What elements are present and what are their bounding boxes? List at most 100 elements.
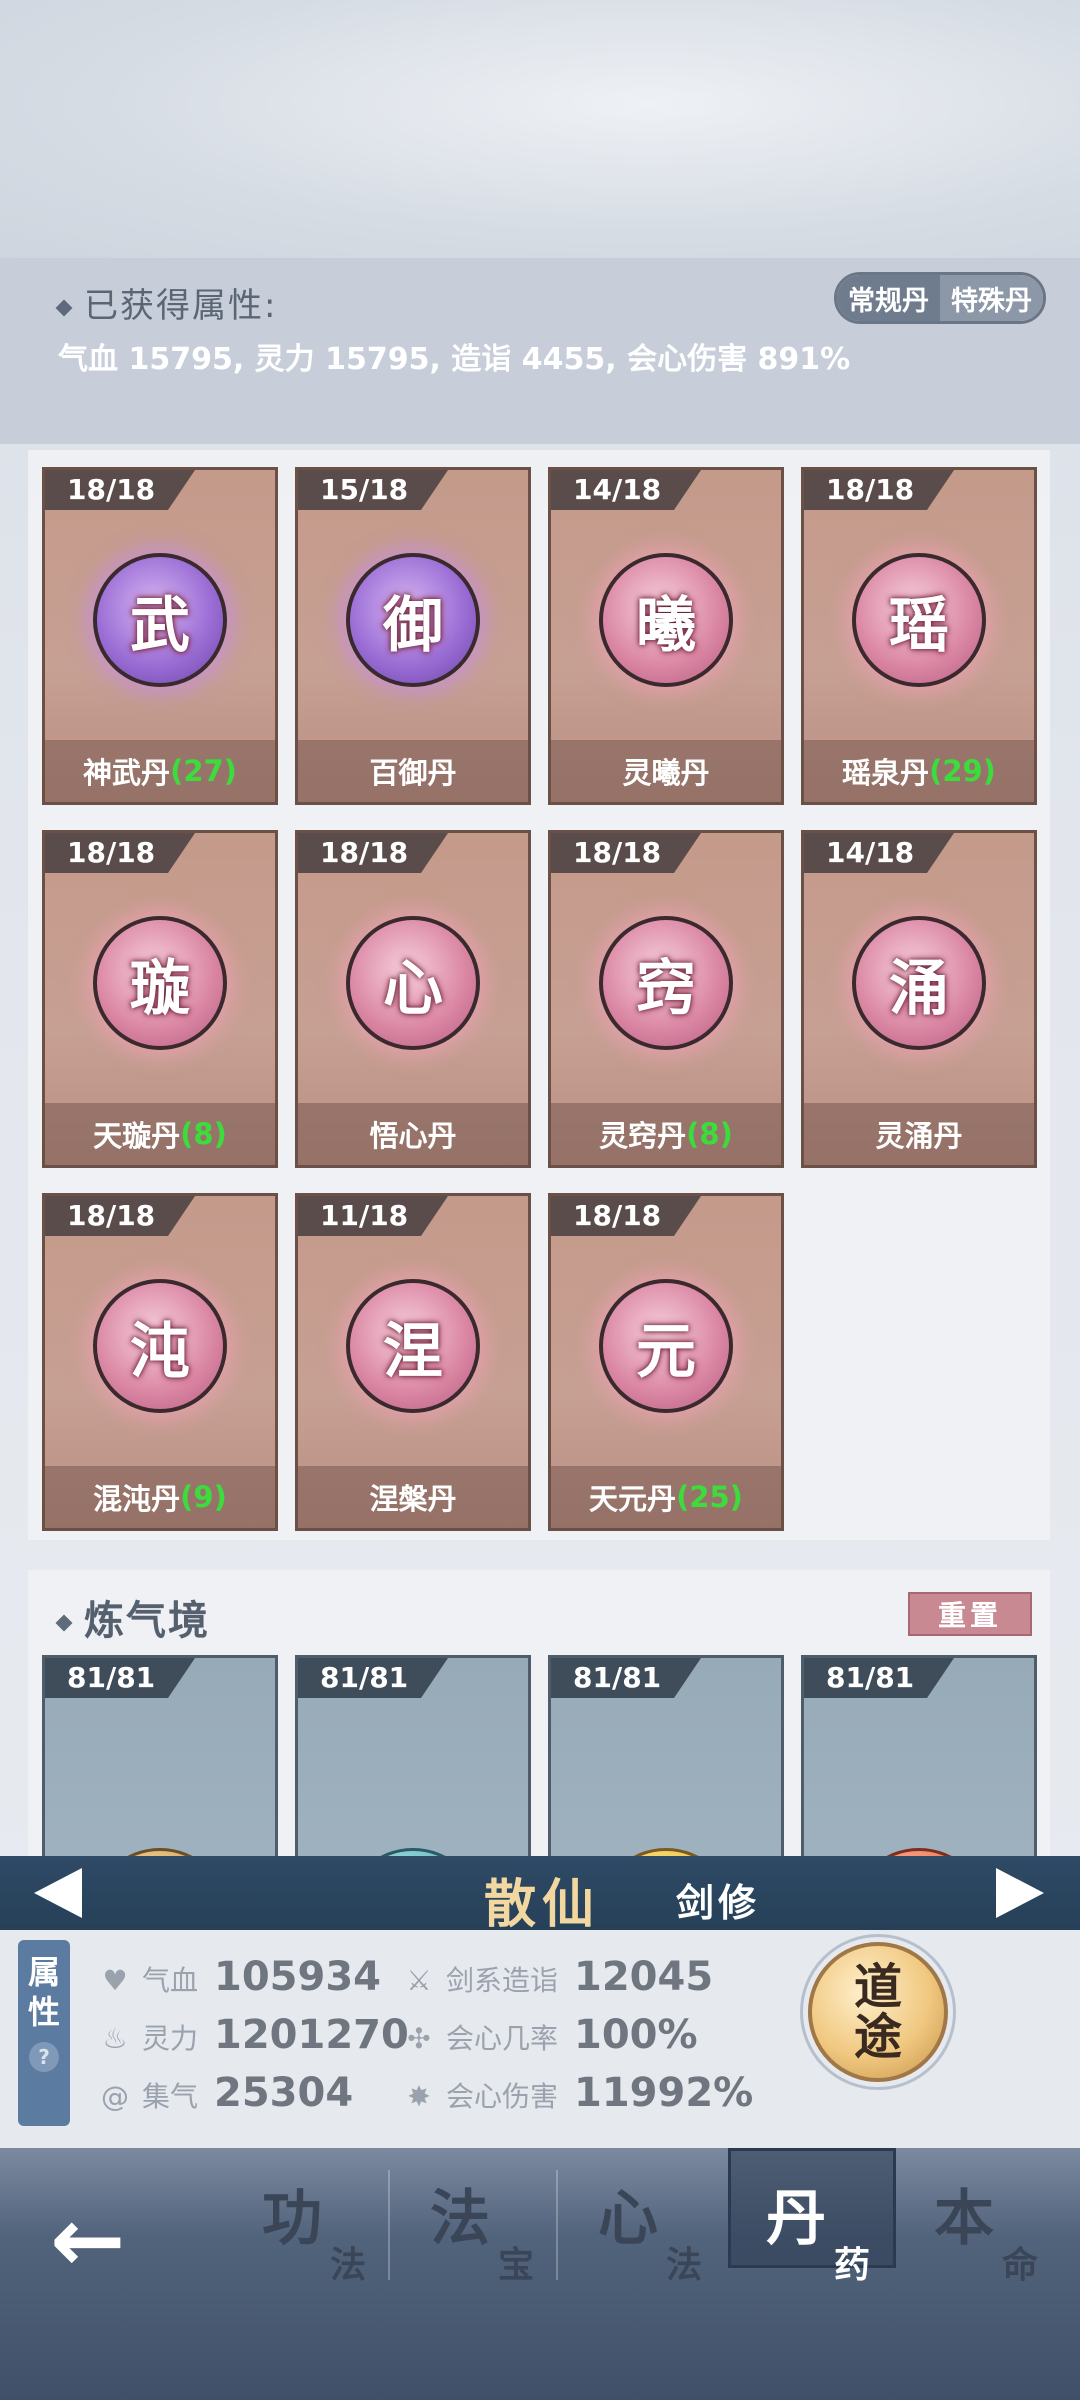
realm-section-title-text: 炼气境 — [84, 1598, 210, 1644]
stat-label: 会心伤害 — [446, 2080, 559, 2113]
stat-sword-mastery: ⚔ 剑系造诣 12045 — [400, 1954, 713, 2000]
nav-tab-fabao[interactable]: 法 宝 — [418, 2170, 568, 2300]
nav-tab-small: 药 — [834, 2244, 871, 2286]
attribute-title-text: 已获得属性: — [84, 286, 278, 326]
heart-icon: ♥ — [102, 1964, 128, 1997]
realm-name: 散仙 — [484, 1874, 601, 1935]
next-arrow-icon[interactable] — [996, 1868, 1044, 1918]
dan-count: 18/18 — [551, 1196, 701, 1236]
realm-count: 81/81 — [298, 1658, 448, 1698]
attribute-title: 已获得属性: — [55, 278, 278, 327]
attribute-tab[interactable]: 属 性 ? — [18, 1940, 70, 2126]
dan-count: 15/18 — [298, 470, 448, 510]
dan-name-bar: 灵窍丹 (8) — [551, 1103, 781, 1165]
dan-orb-icon: 心 — [346, 916, 480, 1050]
dan-card[interactable]: 18/18 武 神武丹 (27) — [42, 467, 278, 805]
stat-hp: ♥ 气血 105934 — [96, 1954, 381, 2000]
dan-extra-count: (9) — [180, 1480, 227, 1514]
nav-tab-small: 命 — [1002, 2244, 1039, 2286]
attribute-values: 气血 15795, 灵力 15795, 造诣 4455, 会心伤害 891% — [58, 342, 851, 377]
nav-tab-danyao[interactable]: 丹 药 — [754, 2170, 904, 2300]
dan-count: 18/18 — [298, 833, 448, 873]
dan-name-bar: 瑶泉丹 (29) — [804, 740, 1034, 802]
dan-name-bar: 悟心丹 — [298, 1103, 528, 1165]
dan-name-bar: 涅槃丹 — [298, 1466, 528, 1528]
top-background — [0, 0, 1080, 260]
nav-tab-gongfa[interactable]: 功 法 — [250, 2170, 400, 2300]
dan-count: 18/18 — [45, 470, 195, 510]
burst-icon: ✸ — [407, 2080, 431, 2113]
nav-tab-big: 心 — [598, 2184, 658, 2254]
diamond-icon — [55, 1614, 73, 1632]
stat-value: 25304 — [214, 2070, 354, 2116]
dan-count: 11/18 — [298, 1196, 448, 1236]
previous-arrow-icon[interactable] — [34, 1868, 82, 1918]
toggle-special-dan[interactable]: 特殊丹 — [940, 275, 1043, 321]
dan-name: 灵曦丹 — [622, 756, 710, 790]
nav-tab-small: 法 — [330, 2244, 367, 2286]
dan-orb-icon: 曦 — [599, 553, 733, 687]
dan-card[interactable]: 11/18 涅 涅槃丹 — [295, 1193, 531, 1531]
dan-orb-icon: 武 — [93, 553, 227, 687]
dan-card[interactable]: 18/18 心 悟心丹 — [295, 830, 531, 1168]
nav-tab-big: 功 — [262, 2184, 322, 2254]
stat-crit-damage: ✸ 会心伤害 11992% — [400, 2070, 753, 2116]
dan-count: 18/18 — [45, 1196, 195, 1236]
nav-tab-small: 法 — [666, 2244, 703, 2286]
nav-tab-small: 宝 — [498, 2244, 535, 2286]
dan-card[interactable]: 18/18 瑶 瑶泉丹 (29) — [801, 467, 1037, 805]
stat-label: 会心几率 — [446, 2022, 559, 2055]
help-icon[interactable]: ? — [29, 2042, 59, 2072]
stat-value: 100% — [574, 2012, 698, 2058]
dan-name: 混沌丹 — [93, 1482, 181, 1516]
nav-tab-benming[interactable]: 本 命 — [922, 2170, 1072, 2300]
stat-label: 气血 — [142, 1964, 199, 1997]
realm-count: 81/81 — [45, 1658, 195, 1698]
dan-card[interactable]: 14/18 涌 灵涌丹 — [801, 830, 1037, 1168]
toggle-regular-dan[interactable]: 常规丹 — [837, 275, 940, 321]
dan-card[interactable]: 18/18 元 天元丹 (25) — [548, 1193, 784, 1531]
dan-card[interactable]: 14/18 曦 灵曦丹 — [548, 467, 784, 805]
realm-section-title: 炼气境 — [55, 1588, 210, 1646]
dan-card[interactable]: 18/18 窍 灵窍丹 (8) — [548, 830, 784, 1168]
dan-orb-icon: 瑶 — [852, 553, 986, 687]
stat-value: 105934 — [214, 1954, 382, 2000]
realm-count: 81/81 — [804, 1658, 954, 1698]
realm-count: 81/81 — [551, 1658, 701, 1698]
nav-tab-xinfa[interactable]: 心 法 — [586, 2170, 736, 2300]
dan-count: 18/18 — [804, 470, 954, 510]
dan-name: 涅槃丹 — [369, 1482, 457, 1516]
diamond-icon — [55, 299, 73, 316]
dan-card[interactable]: 18/18 沌 混沌丹 (9) — [42, 1193, 278, 1531]
reset-button[interactable]: 重置 — [908, 1592, 1032, 1636]
dan-card[interactable]: 15/18 御 百御丹 — [295, 467, 531, 805]
dan-type-toggle[interactable]: 常规丹 特殊丹 — [834, 272, 1046, 324]
dan-extra-count: (25) — [676, 1480, 743, 1514]
dao-label-bottom: 途 — [853, 2009, 902, 2065]
nav-tab-big: 丹 — [766, 2184, 826, 2254]
stat-value: 12045 — [574, 1954, 714, 2000]
dan-card[interactable]: 18/18 璇 天璇丹 (8) — [42, 830, 278, 1168]
back-arrow-icon[interactable]: ← — [50, 2196, 125, 2286]
dan-name-bar: 天元丹 (25) — [551, 1466, 781, 1528]
flame-icon: ♨ — [102, 2022, 128, 2055]
dan-name-bar: 灵涌丹 — [804, 1103, 1034, 1165]
nav-divider — [388, 2170, 390, 2280]
dan-orb-icon: 御 — [346, 553, 480, 687]
stat-value: 11992% — [574, 2070, 754, 2116]
dan-name: 百御丹 — [369, 756, 457, 790]
dan-extra-count: (29) — [929, 754, 996, 788]
dao-path-button[interactable]: 道 途 — [808, 1942, 948, 2082]
dan-extra-count: (8) — [180, 1117, 227, 1151]
stat-value: 1201270 — [214, 2012, 409, 2058]
stat-crit-rate: ✣ 会心几率 100% — [400, 2012, 698, 2058]
dan-orb-icon: 涅 — [346, 1279, 480, 1413]
dan-count: 14/18 — [551, 470, 701, 510]
dan-count: 18/18 — [551, 833, 701, 873]
sword-icon: ⚔ — [406, 1964, 432, 1997]
dan-extra-count: (27) — [170, 754, 237, 788]
nav-tab-big: 本 — [934, 2184, 994, 2254]
dan-name-bar: 神武丹 (27) — [45, 740, 275, 802]
dan-name: 神武丹 — [83, 756, 171, 790]
dan-name: 天元丹 — [589, 1482, 677, 1516]
